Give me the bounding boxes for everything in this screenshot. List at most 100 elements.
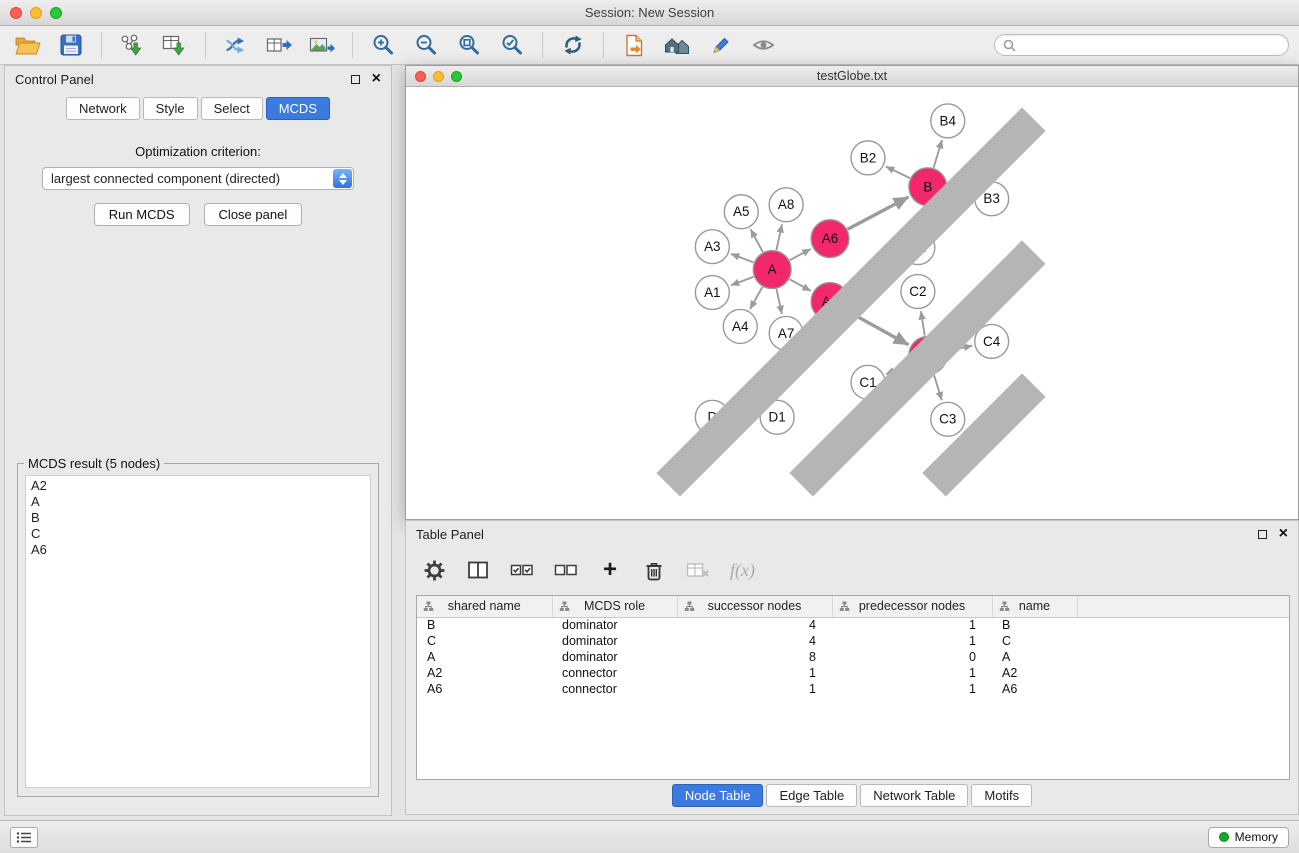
network-window-titlebar[interactable]: testGlobe.txt — [406, 66, 1298, 87]
control-tab-select[interactable]: Select — [201, 97, 263, 120]
table-cell[interactable]: 4 — [677, 617, 832, 633]
run-mcds-button[interactable]: Run MCDS — [94, 203, 190, 226]
function-builder-button[interactable]: f(x) — [730, 557, 755, 583]
open-file-button[interactable] — [10, 30, 46, 60]
select-all-button[interactable] — [510, 557, 534, 583]
column-header-MCDS-role[interactable]: MCDS role — [552, 596, 677, 617]
window-controls — [10, 7, 62, 19]
toggle-view-button[interactable] — [745, 30, 781, 60]
save-session-button[interactable] — [53, 30, 89, 60]
control-tab-style[interactable]: Style — [143, 97, 198, 120]
close-panel-button[interactable]: Close panel — [204, 203, 303, 226]
control-tab-mcds[interactable]: MCDS — [266, 97, 330, 120]
close-window-button[interactable] — [10, 7, 22, 19]
home-button[interactable] — [659, 30, 695, 60]
table-cell[interactable]: connector — [552, 665, 677, 681]
refresh-view-button[interactable] — [555, 30, 591, 60]
column-header-successor-nodes[interactable]: successor nodes — [677, 596, 832, 617]
zoom-out-button[interactable] — [408, 30, 444, 60]
delete-rows-button[interactable] — [642, 557, 666, 583]
table-cell[interactable]: A2 — [992, 665, 1077, 681]
search-field[interactable] — [994, 34, 1289, 56]
mcds-result-item[interactable]: A6 — [31, 542, 365, 558]
table-row[interactable]: Cdominator41C — [417, 633, 1289, 649]
table-cell[interactable]: A6 — [992, 681, 1077, 697]
table-cell[interactable]: dominator — [552, 617, 677, 633]
mcds-result-item[interactable]: B — [31, 510, 365, 526]
zoom-window-button[interactable] — [50, 7, 62, 19]
table-cell[interactable]: A — [417, 649, 552, 665]
document-export-icon — [623, 34, 646, 57]
minimize-window-button[interactable] — [30, 7, 42, 19]
table-cell[interactable]: connector — [552, 681, 677, 697]
table-cell[interactable]: B — [417, 617, 552, 633]
destroy-table-icon — [686, 561, 710, 580]
table-cell[interactable]: A2 — [417, 665, 552, 681]
table-cell[interactable]: 1 — [832, 665, 992, 681]
table-cell[interactable]: 0 — [832, 649, 992, 665]
table-row[interactable]: Adominator80A — [417, 649, 1289, 665]
table-cell[interactable]: dominator — [552, 649, 677, 665]
mcds-result-item[interactable]: C — [31, 526, 365, 542]
import-network-button[interactable] — [114, 30, 150, 60]
zoom-in-button[interactable] — [365, 30, 401, 60]
float-panel-icon[interactable] — [351, 75, 360, 84]
table-cell[interactable]: C — [417, 633, 552, 649]
table-cell[interactable]: 1 — [832, 633, 992, 649]
table-tab-motifs[interactable]: Motifs — [971, 784, 1032, 807]
export-document-button[interactable] — [616, 30, 652, 60]
criterion-dropdown[interactable]: largest connected component (directed) — [42, 167, 354, 190]
close-network-window-button[interactable] — [415, 71, 426, 82]
destroy-table-button[interactable] — [686, 557, 710, 583]
table-tab-edge-table[interactable]: Edge Table — [766, 784, 857, 807]
column-header-predecessor-nodes[interactable]: predecessor nodes — [832, 596, 992, 617]
table-row[interactable]: Bdominator41B — [417, 617, 1289, 633]
table-cell[interactable]: A6 — [417, 681, 552, 697]
toggle-columns-button[interactable] — [466, 557, 490, 583]
table-panel: Table Panel × — [405, 520, 1299, 815]
minimize-network-window-button[interactable] — [433, 71, 444, 82]
table-cell[interactable]: 1 — [677, 681, 832, 697]
network-canvas[interactable]: B4B2BB3A8A5A6A3B1AC2A1A2A4A7C4CC1C3DD1 — [406, 87, 1298, 519]
table-cell[interactable]: C — [992, 633, 1077, 649]
memory-button[interactable]: Memory — [1208, 827, 1289, 848]
table-cell-filler — [1077, 633, 1289, 649]
status-menu-button[interactable] — [10, 827, 38, 848]
table-cell[interactable]: B — [992, 617, 1077, 633]
table-tab-network-table[interactable]: Network Table — [860, 784, 968, 807]
table-cell[interactable]: dominator — [552, 633, 677, 649]
mcds-result-item[interactable]: A — [31, 494, 365, 510]
mcds-result-list[interactable]: A2ABCA6 — [25, 475, 371, 788]
table-cell[interactable]: 4 — [677, 633, 832, 649]
mcds-result-item[interactable]: A2 — [31, 478, 365, 494]
export-network-button[interactable] — [218, 30, 254, 60]
table-row[interactable]: A6connector11A6 — [417, 681, 1289, 697]
table-tab-node-table[interactable]: Node Table — [672, 784, 764, 807]
zoom-selected-button[interactable] — [494, 30, 530, 60]
mcds-result-box: MCDS result (5 nodes) A2ABCA6 — [17, 456, 379, 797]
zoom-network-window-button[interactable] — [451, 71, 462, 82]
unselect-all-button[interactable] — [554, 557, 578, 583]
column-header-name[interactable]: name — [992, 596, 1077, 617]
table-settings-button[interactable] — [422, 557, 446, 583]
table-cell[interactable]: 1 — [677, 665, 832, 681]
import-table-button[interactable] — [157, 30, 193, 60]
table-cell[interactable]: A — [992, 649, 1077, 665]
app-titlebar: Session: New Session — [0, 0, 1299, 26]
column-header-shared-name[interactable]: shared name — [417, 596, 552, 617]
add-row-button[interactable]: + — [598, 557, 622, 583]
table-cell[interactable]: 1 — [832, 681, 992, 697]
export-table-button[interactable] — [261, 30, 297, 60]
resize-grip-icon[interactable] — [405, 86, 1297, 518]
table-row[interactable]: A2connector11A2 — [417, 665, 1289, 681]
control-tab-network[interactable]: Network — [66, 97, 140, 120]
table-cell[interactable]: 1 — [832, 617, 992, 633]
close-table-panel-icon[interactable]: × — [1279, 526, 1288, 542]
table-cell[interactable]: 8 — [677, 649, 832, 665]
close-panel-icon[interactable]: × — [372, 71, 381, 87]
search-input[interactable] — [1021, 38, 1280, 52]
show-graphics-details-button[interactable] — [702, 30, 738, 60]
zoom-fit-button[interactable] — [451, 30, 487, 60]
export-image-button[interactable] — [304, 30, 340, 60]
float-table-panel-icon[interactable] — [1258, 530, 1267, 539]
